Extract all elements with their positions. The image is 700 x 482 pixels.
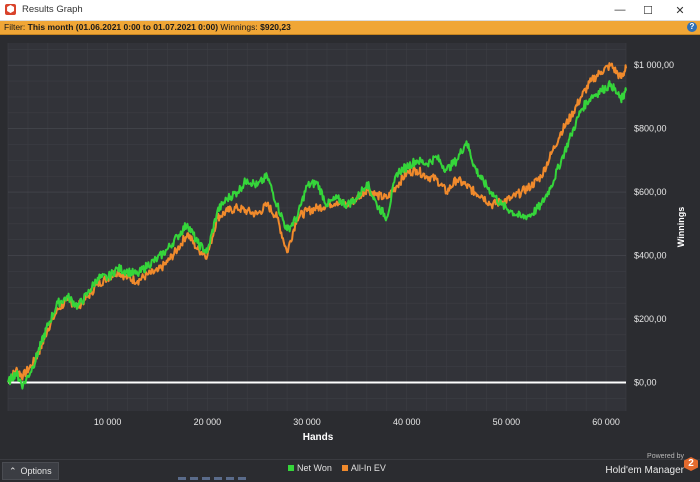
winnings-value: $920,23 xyxy=(260,22,291,32)
app-logo-icon: ⬢ xyxy=(5,4,16,15)
y-tick-label: $200,00 xyxy=(634,314,667,324)
filter-summary: Filter: This month (01.06.2021 0:00 to 0… xyxy=(4,22,291,32)
legend-swatch-all-in-ev xyxy=(341,465,348,471)
chevron-up-icon: ⌃ xyxy=(9,466,17,476)
x-tick-label: 40 000 xyxy=(393,417,421,427)
x-tick-label: 30 000 xyxy=(293,417,321,427)
x-tick-label: 20 000 xyxy=(194,417,222,427)
chart-legend: Net Won All-In EV xyxy=(288,463,386,473)
title-bar: ⬢ Results Graph — ☐ ✕ xyxy=(0,0,700,21)
x-tick-label: 50 000 xyxy=(493,417,521,427)
filter-prefix: Filter: xyxy=(4,22,26,32)
y-tick-label: $600,00 xyxy=(634,187,667,197)
filter-bar[interactable]: Filter: This month (01.06.2021 0:00 to 0… xyxy=(0,21,700,35)
legend-item-net-won[interactable]: Net Won xyxy=(288,463,332,473)
legend-label-all-in-ev: All-In EV xyxy=(350,463,386,473)
left-edge xyxy=(0,35,7,460)
y-tick-label: $800,00 xyxy=(634,124,667,134)
x-tick-label: 60 000 xyxy=(592,417,620,427)
legend-swatch-net-won xyxy=(288,465,294,471)
brand-block: Powered by Hold'em Manager 2 xyxy=(605,453,698,478)
brand-name: Hold'em Manager xyxy=(605,465,684,476)
window-title: Results Graph xyxy=(22,4,83,15)
toolbar-strip xyxy=(178,477,246,480)
y-tick-label: $0,00 xyxy=(634,377,657,387)
y-tick-label: $1 000,00 xyxy=(634,60,674,70)
options-button[interactable]: ⌃ Options xyxy=(2,462,59,480)
legend-label-net-won: Net Won xyxy=(297,463,332,473)
filter-period: This month (01.06.2021 0:00 to 01.07.202… xyxy=(27,22,219,32)
legend-item-all-in-ev[interactable]: All-In EV xyxy=(341,463,386,473)
help-icon[interactable]: ? xyxy=(687,22,697,32)
x-tick-label: 10 000 xyxy=(94,417,122,427)
winnings-label: Winnings: xyxy=(220,22,258,32)
close-button[interactable]: ✕ xyxy=(664,0,696,20)
maximize-button[interactable]: ☐ xyxy=(632,0,664,20)
brand-badge-icon: 2 xyxy=(684,457,698,471)
y-tick-label: $400,00 xyxy=(634,251,667,261)
results-graph: 10 000 20 000 30 000 40 000 50 000 60 000 $0,… xyxy=(7,43,686,443)
powered-by-text: Powered by xyxy=(647,453,684,460)
y-axis-label: Winnings xyxy=(676,207,686,247)
y-axis-ticks: $0,00 $200,00 $400,00 $600,00 $800,00 $1 000,… xyxy=(634,60,674,387)
bottom-bar: ⌃ Options Net Won All-In EV Powered by H… xyxy=(0,453,700,482)
plot-area xyxy=(8,43,626,411)
x-axis-label: Hands xyxy=(303,432,334,443)
x-axis-ticks: 10 000 20 000 30 000 40 000 50 000 60 000 xyxy=(94,417,620,427)
options-label: Options xyxy=(20,466,52,476)
